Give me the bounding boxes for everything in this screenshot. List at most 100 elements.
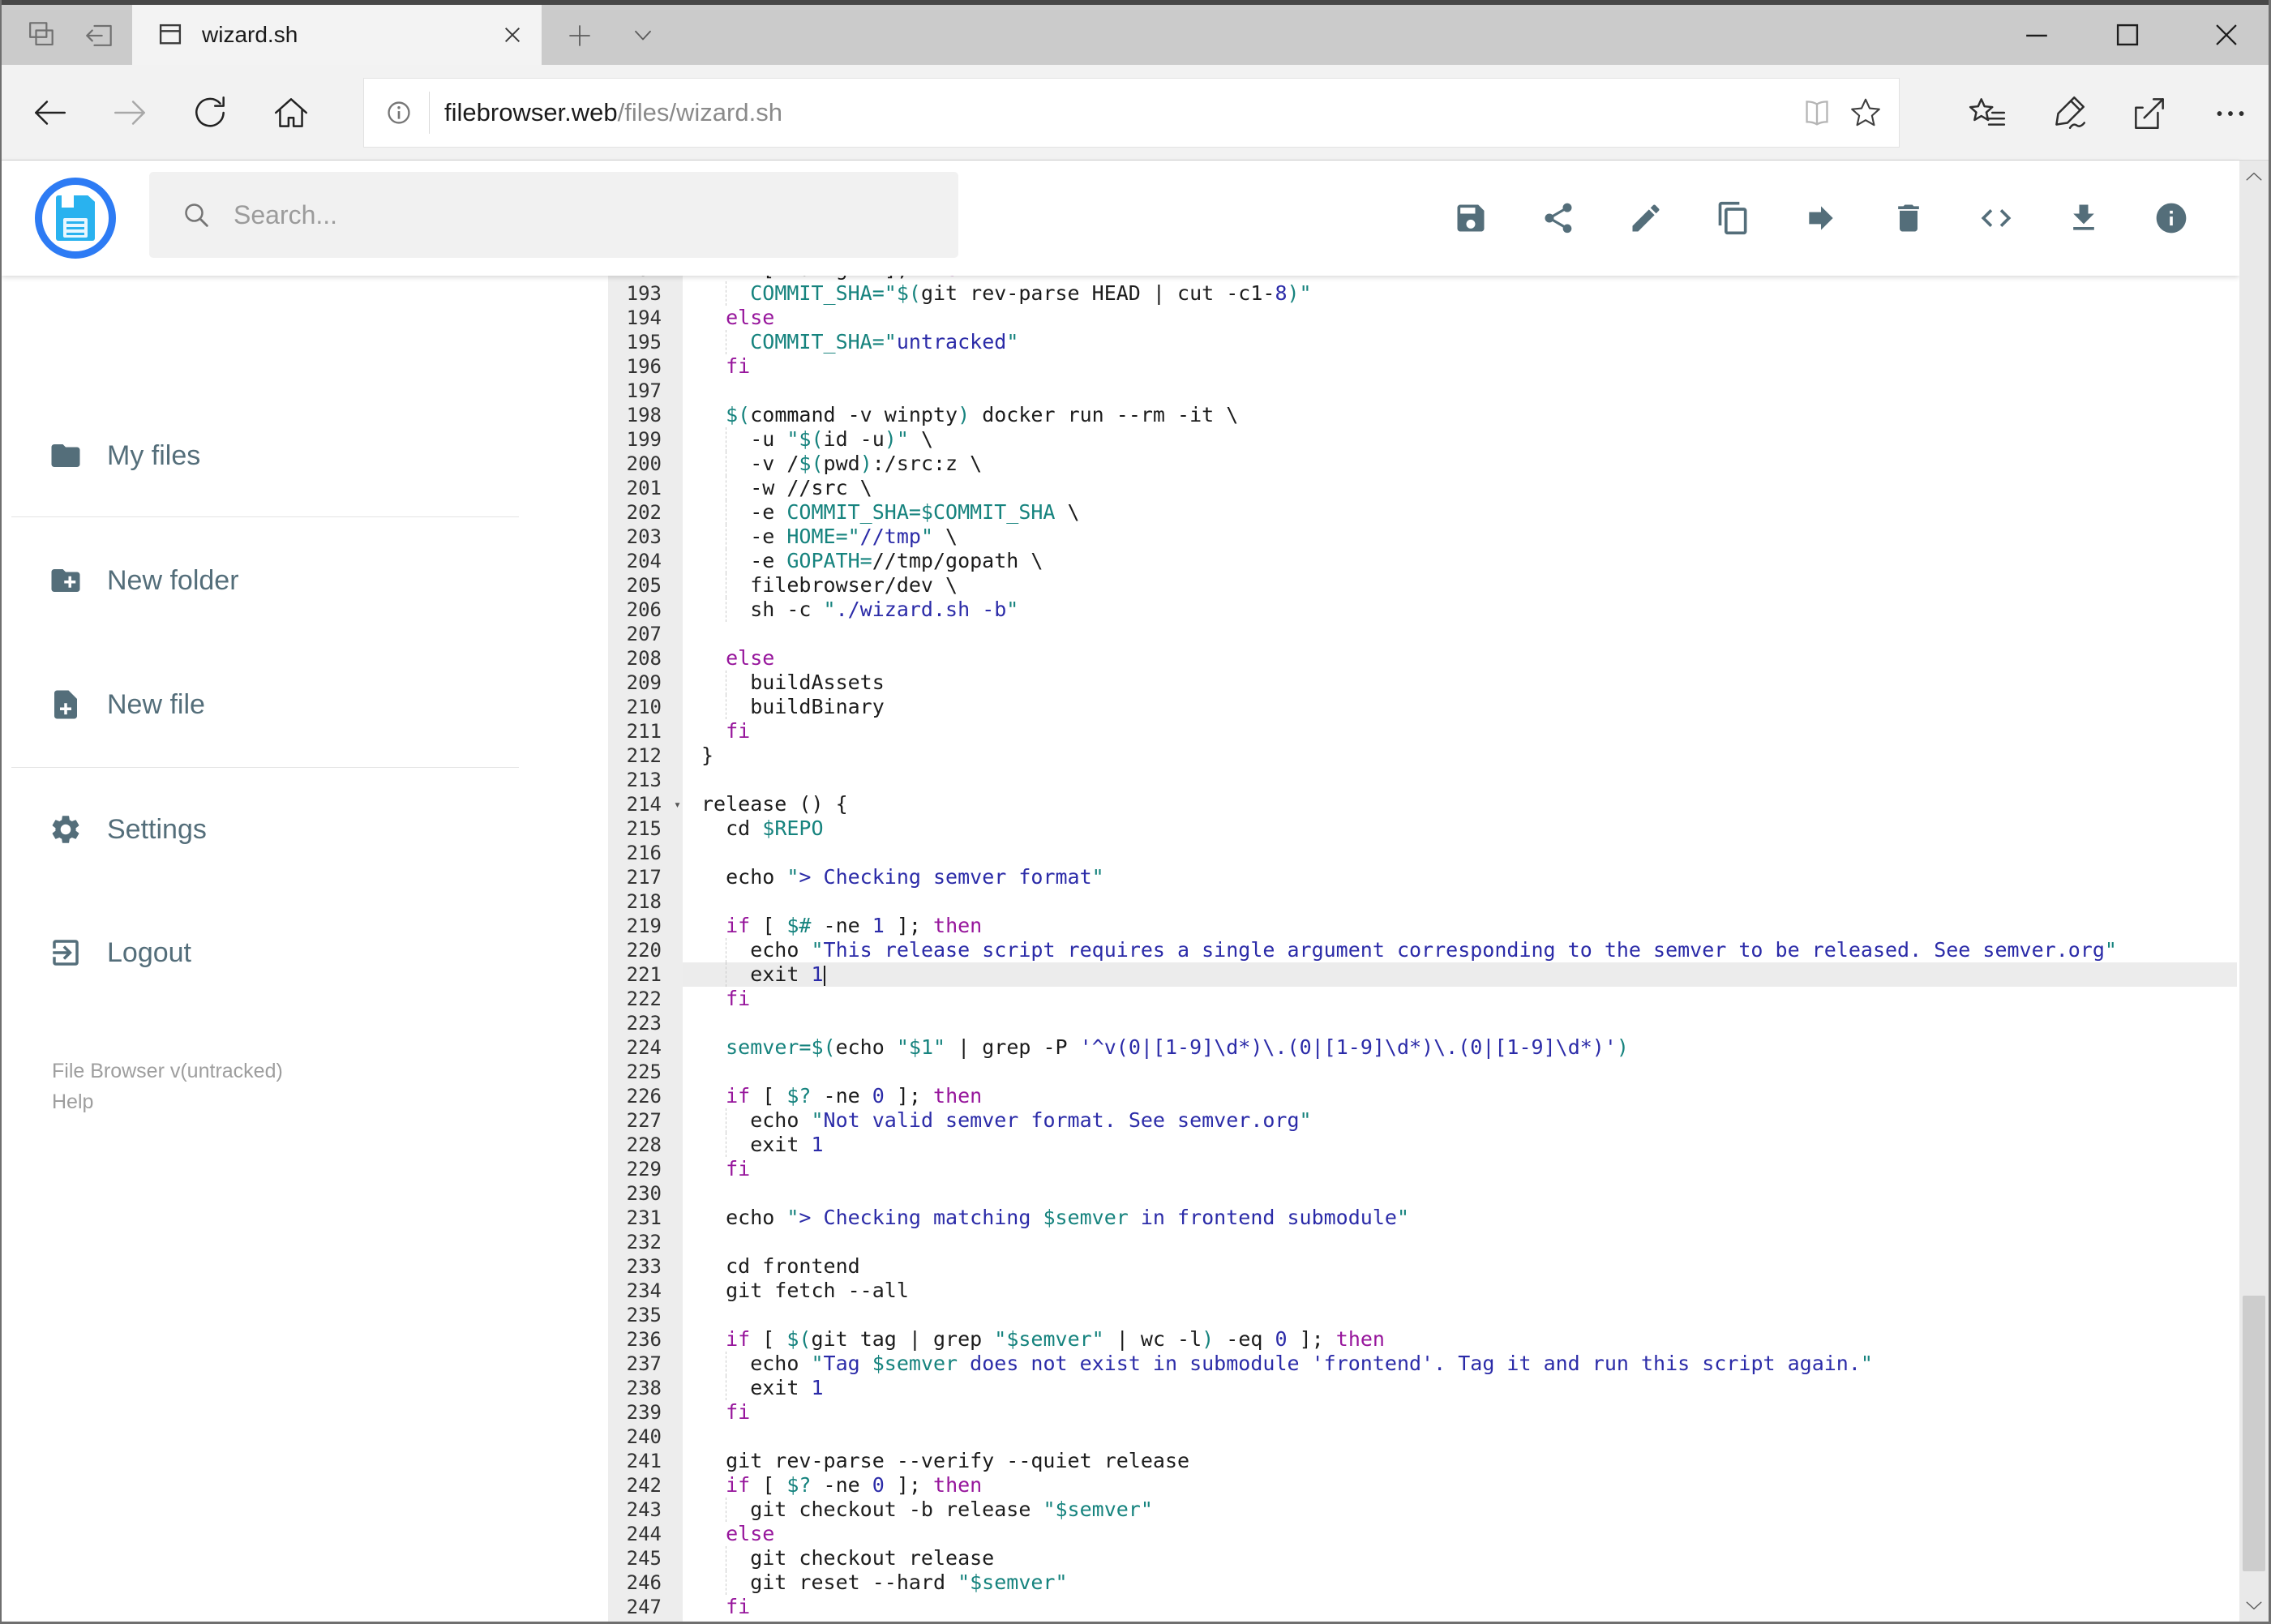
code-line[interactable]: } xyxy=(683,743,2237,768)
code-line[interactable]: fi xyxy=(683,987,2237,1011)
favorite-star-icon[interactable] xyxy=(1847,94,1884,131)
info-button[interactable] xyxy=(2153,200,2189,236)
maximize-button[interactable] xyxy=(2105,15,2150,55)
move-button[interactable] xyxy=(1803,200,1839,236)
search-input[interactable] xyxy=(234,199,898,230)
code-line[interactable] xyxy=(683,841,2237,865)
code-line[interactable]: git fetch --all xyxy=(683,1279,2237,1303)
code-line[interactable] xyxy=(683,768,2237,792)
share-icon[interactable] xyxy=(2129,92,2170,133)
search-box[interactable] xyxy=(149,172,958,258)
set-tabs-aside-icon[interactable] xyxy=(81,17,117,53)
code-line[interactable]: git reset --hard "$semver" xyxy=(683,1570,2237,1595)
code-line[interactable]: if [ -d .git ]; then xyxy=(683,276,2237,281)
reading-view-icon[interactable] xyxy=(1798,94,1836,131)
code-line[interactable]: if [ $# -ne 1 ]; then xyxy=(683,914,2237,938)
code-line[interactable]: echo "This release script requires a sin… xyxy=(683,938,2237,962)
tab-close-icon[interactable] xyxy=(496,19,529,51)
code-line[interactable]: cd $REPO xyxy=(683,816,2237,841)
code-line[interactable]: fi xyxy=(683,1157,2237,1181)
code-view-button[interactable] xyxy=(1978,200,2014,236)
code-line[interactable] xyxy=(683,1011,2237,1035)
code-line[interactable]: COMMIT_SHA="untracked" xyxy=(683,330,2237,354)
sidebar-item-new-file[interactable]: New file xyxy=(2,670,608,739)
code-line[interactable]: -u "$(id -u)" \ xyxy=(683,427,2237,452)
code-line[interactable]: fi xyxy=(683,1400,2237,1425)
sidebar-item-logout[interactable]: Logout xyxy=(2,918,608,988)
code-line[interactable]: if [ $? -ne 0 ]; then xyxy=(683,1084,2237,1108)
scroll-down-icon[interactable] xyxy=(2239,1591,2269,1620)
code-line[interactable]: echo "> Checking semver format" xyxy=(683,865,2237,889)
code-editor[interactable]: 1921931941951961971981992002012022032042… xyxy=(608,276,2237,1622)
ink-note-icon[interactable] xyxy=(2048,92,2089,133)
site-info-icon[interactable] xyxy=(380,94,418,131)
forward-button[interactable] xyxy=(110,92,151,133)
code-line[interactable]: git checkout release xyxy=(683,1546,2237,1570)
code-line[interactable]: -e HOME="//tmp" \ xyxy=(683,525,2237,549)
tab-preview-icon[interactable] xyxy=(23,17,58,53)
code-line[interactable]: if [ $(git tag | grep "$semver" | wc -l)… xyxy=(683,1327,2237,1352)
code-line[interactable]: echo "> Checking matching $semver in fro… xyxy=(683,1206,2237,1230)
code-line[interactable]: fi xyxy=(683,719,2237,743)
code-line[interactable]: git checkout -b release "$semver" xyxy=(683,1498,2237,1522)
code-line[interactable] xyxy=(683,1425,2237,1449)
filebrowser-logo-icon[interactable] xyxy=(35,178,116,259)
code-line[interactable] xyxy=(683,379,2237,403)
code-line[interactable]: buildAssets xyxy=(683,671,2237,695)
minimize-button[interactable] xyxy=(2014,15,2059,55)
save-button[interactable] xyxy=(1453,200,1489,236)
fold-marker-icon[interactable]: ▾ xyxy=(674,792,681,816)
code-line[interactable] xyxy=(683,1060,2237,1084)
share-button[interactable] xyxy=(1540,200,1576,236)
scroll-up-icon[interactable] xyxy=(2239,162,2269,191)
sidebar-item-my-files[interactable]: My files xyxy=(2,421,608,491)
code-line[interactable]: COMMIT_SHA="$(git rev-parse HEAD | cut -… xyxy=(683,281,2237,306)
code-line[interactable]: else xyxy=(683,1522,2237,1546)
delete-button[interactable] xyxy=(1891,200,1926,236)
address-bar[interactable]: filebrowser.web/files/wizard.sh xyxy=(364,79,1899,147)
editor-code[interactable]: if [ -d .git ]; then COMMIT_SHA="$(git r… xyxy=(683,276,2237,1622)
code-line[interactable] xyxy=(683,1230,2237,1254)
code-line[interactable]: echo "Tag $semver does not exist in subm… xyxy=(683,1352,2237,1376)
more-menu-icon[interactable] xyxy=(2210,92,2251,133)
code-line[interactable]: exit 1 xyxy=(683,1376,2237,1400)
code-line[interactable]: sh -c "./wizard.sh -b" xyxy=(683,598,2237,622)
scrollbar-thumb[interactable] xyxy=(2243,1296,2265,1571)
code-line[interactable]: else xyxy=(683,646,2237,671)
sidebar-item-settings[interactable]: Settings xyxy=(2,795,608,864)
code-line[interactable]: git rev-parse --verify --quiet release xyxy=(683,1449,2237,1473)
page-scrollbar[interactable] xyxy=(2239,161,2269,1622)
code-line[interactable]: semver=$(echo "$1" | grep -P '^v(0|[1-9]… xyxy=(683,1035,2237,1060)
code-line[interactable]: cd frontend xyxy=(683,1254,2237,1279)
help-link[interactable]: Help xyxy=(52,1086,93,1117)
browser-tab-active[interactable]: wizard.sh xyxy=(132,5,542,65)
url-text[interactable]: filebrowser.web/files/wizard.sh xyxy=(444,98,1798,127)
new-tab-button[interactable] xyxy=(561,21,598,50)
code-line[interactable] xyxy=(683,622,2237,646)
code-line[interactable]: fi xyxy=(683,354,2237,379)
code-line[interactable]: -v /$(pwd):/src:z \ xyxy=(683,452,2237,476)
code-line[interactable]: exit 1 xyxy=(683,1133,2237,1157)
edit-button[interactable] xyxy=(1628,200,1664,236)
code-line[interactable]: release () { xyxy=(683,792,2237,816)
sidebar-item-new-folder[interactable]: New folder xyxy=(2,546,608,615)
refresh-button[interactable] xyxy=(190,92,230,133)
code-line[interactable]: -e GOPATH=//tmp/gopath \ xyxy=(683,549,2237,573)
home-button[interactable] xyxy=(271,92,311,133)
code-line[interactable]: echo "Not valid semver format. See semve… xyxy=(683,1108,2237,1133)
code-line[interactable] xyxy=(683,1303,2237,1327)
code-line[interactable]: fi xyxy=(683,1595,2237,1619)
copy-button[interactable] xyxy=(1716,200,1751,236)
back-button[interactable] xyxy=(29,92,70,133)
code-line[interactable] xyxy=(683,889,2237,914)
close-window-button[interactable] xyxy=(2204,15,2249,55)
code-line[interactable]: else xyxy=(683,306,2237,330)
download-button[interactable] xyxy=(2066,200,2102,236)
code-line[interactable]: -e COMMIT_SHA=$COMMIT_SHA \ xyxy=(683,500,2237,525)
code-line[interactable]: buildBinary xyxy=(683,695,2237,719)
code-line[interactable]: if [ $? -ne 0 ]; then xyxy=(683,1473,2237,1498)
code-line[interactable]: $(command -v winpty) docker run --rm -it… xyxy=(683,403,2237,427)
code-line[interactable]: exit 1 xyxy=(683,962,2237,987)
code-line[interactable]: -w //src \ xyxy=(683,476,2237,500)
tab-list-chevron-icon[interactable] xyxy=(624,21,662,50)
